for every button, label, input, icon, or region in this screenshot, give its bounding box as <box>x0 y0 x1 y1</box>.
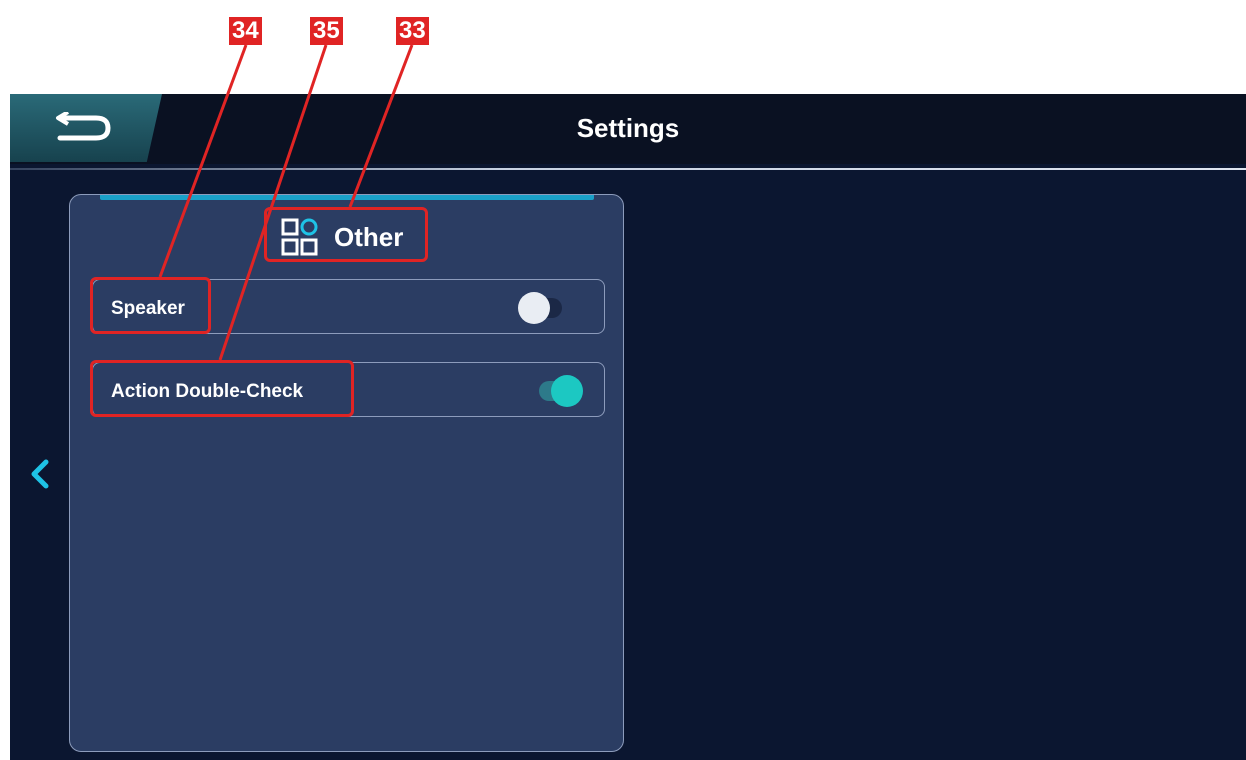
back-arrow-icon <box>56 112 111 141</box>
other-settings-panel: Other Speaker Action Double-Check <box>69 194 624 752</box>
grid-apps-icon <box>281 218 318 256</box>
toggle-thumb <box>518 292 550 324</box>
action-double-check-label: Action Double-Check <box>111 381 304 402</box>
toggle-thumb <box>551 375 583 407</box>
title-bar-divider <box>10 168 1246 170</box>
panel-header: Other <box>280 215 403 259</box>
setting-row-speaker[interactable]: Speaker <box>92 279 605 334</box>
annotation-label-34: 34 <box>229 17 262 45</box>
setting-row-action-double-check[interactable]: Action Double-Check <box>92 362 605 417</box>
action-double-check-toggle[interactable] <box>533 375 583 407</box>
panel-accent-bar <box>100 195 594 200</box>
chevron-left-icon[interactable] <box>28 456 52 492</box>
speaker-toggle[interactable] <box>518 292 568 324</box>
panel-title: Other <box>334 221 404 252</box>
back-button[interactable] <box>10 94 162 162</box>
annotation-label-33: 33 <box>396 17 429 45</box>
settings-app-window: Settings Other Speaker Action Double-Che… <box>10 94 1246 760</box>
speaker-label: Speaker <box>111 298 185 319</box>
screenshot-page: 34 35 33 Settings Other Speaker Action D… <box>0 0 1246 760</box>
annotation-label-35: 35 <box>310 17 343 45</box>
title-bar <box>10 94 1246 164</box>
